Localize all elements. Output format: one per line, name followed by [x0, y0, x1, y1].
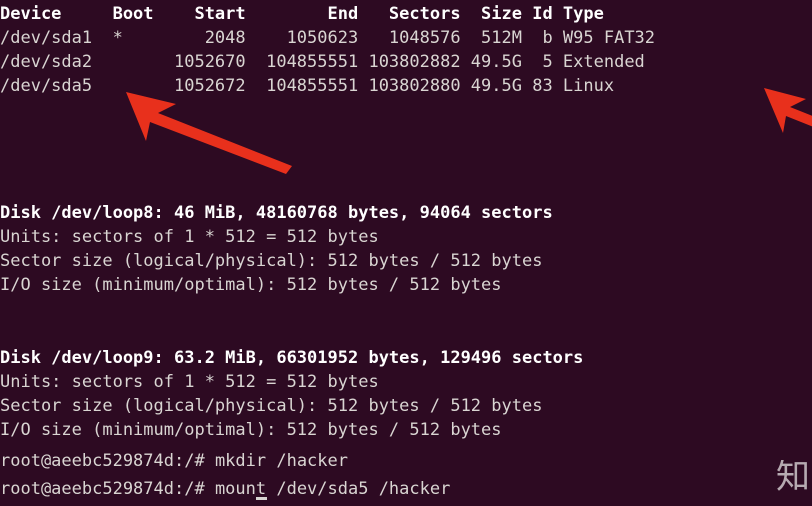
command-text: mount /dev/sda5 /hacker [214, 479, 451, 499]
watermark: 知 [776, 460, 810, 497]
terminal-window[interactable]: Device Boot Start End Sectors Size Id Ty… [0, 0, 812, 506]
shell-prompt: root@aeebc529874d:/# [0, 479, 215, 499]
disk-units-loop9: Units: sectors of 1 * 512 = 512 bytes [0, 372, 379, 392]
disk-io-size-loop8: I/O size (minimum/optimal): 512 bytes / … [0, 275, 502, 295]
command-line-mkdir: root@aeebc529874d:/# mkdir /hacker [0, 449, 348, 473]
disk-title-loop8: Disk /dev/loop8: 46 MiB, 48160768 bytes,… [0, 203, 553, 223]
shell-prompt: root@aeebc529874d:/# [0, 451, 215, 471]
arrow-pointing-to-linux-type [764, 88, 812, 133]
partition-table-header: Device Boot Start End Sectors Size Id Ty… [0, 4, 604, 24]
table-row: /dev/sda2 1052670 104855551 103802882 49… [0, 52, 645, 72]
disk-units-loop8: Units: sectors of 1 * 512 = 512 bytes [0, 227, 379, 247]
table-row: /dev/sda5 1052672 104855551 103802880 49… [0, 76, 615, 96]
table-row: /dev/sda1 * 2048 1050623 1048576 512M b … [0, 28, 656, 48]
text-cursor [256, 497, 267, 500]
disk-io-size-loop9: I/O size (minimum/optimal): 512 bytes / … [0, 420, 502, 440]
disk-sector-size-loop8: Sector size (logical/physical): 512 byte… [0, 251, 543, 271]
disk-sector-size-loop9: Sector size (logical/physical): 512 byte… [0, 396, 543, 416]
disk-title-loop9: Disk /dev/loop9: 63.2 MiB, 66301952 byte… [0, 348, 584, 368]
command-line-mount: root@aeebc529874d:/# mount /dev/sda5 /ha… [0, 477, 450, 501]
command-text: mkdir /hacker [214, 451, 348, 471]
arrow-pointing-to-dev-sda5 [126, 92, 292, 174]
